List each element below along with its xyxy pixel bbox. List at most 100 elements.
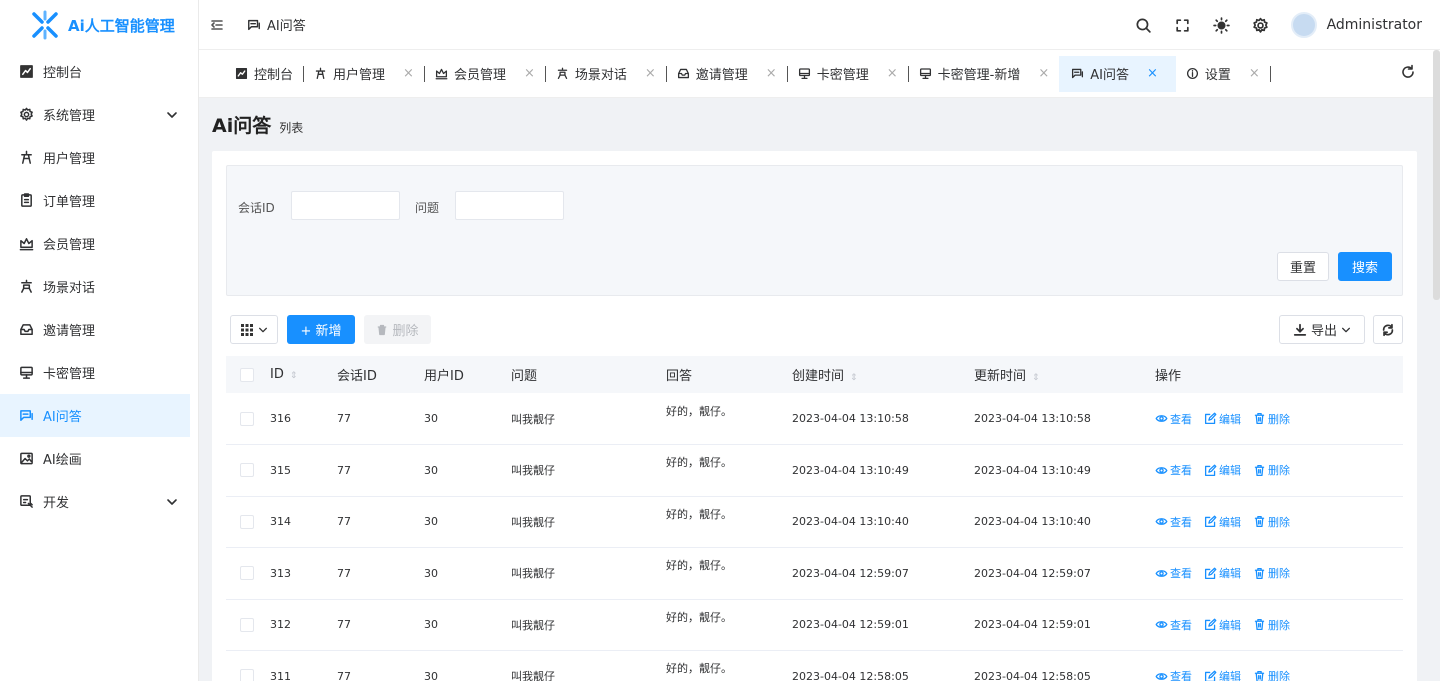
tab-label: 控制台 [254, 68, 294, 83]
sidebar-item-label: 控制台 [43, 66, 83, 81]
delete-button[interactable]: 删除 [1253, 462, 1290, 478]
edit-button[interactable]: 编辑 [1204, 617, 1241, 633]
row-checkbox[interactable] [240, 411, 254, 426]
delete-button[interactable]: 删除 [1253, 514, 1290, 530]
close-icon[interactable]: × [766, 66, 777, 81]
close-icon[interactable]: × [1147, 66, 1158, 81]
select-all-checkbox[interactable] [240, 367, 254, 382]
batch-delete-button[interactable]: 删除 [364, 315, 431, 344]
view-button[interactable]: 查看 [1155, 514, 1192, 530]
add-button[interactable]: + 新增 [287, 315, 355, 344]
sidebar-item-dev[interactable]: 开发 [0, 480, 190, 523]
theme-sun-icon[interactable] [1212, 16, 1230, 34]
view-button[interactable]: 查看 [1155, 668, 1192, 681]
sort-icon[interactable]: ⇕ [850, 373, 858, 383]
close-icon[interactable]: × [1038, 66, 1049, 81]
tab-settings[interactable]: 设置 × [1176, 56, 1270, 92]
monitor-icon [798, 68, 810, 80]
collapse-menu-icon[interactable] [209, 17, 225, 33]
chevron-down-icon [167, 111, 177, 118]
view-button[interactable]: 查看 [1155, 617, 1192, 633]
sidebar-item-orders[interactable]: 订单管理 [0, 179, 190, 222]
close-icon[interactable]: × [887, 66, 898, 81]
page-scrollbar[interactable] [1433, 50, 1440, 300]
sidebar-item-dashboard[interactable]: 控制台 [0, 50, 190, 93]
row-checkbox[interactable] [240, 617, 254, 632]
edit-button[interactable]: 编辑 [1204, 514, 1241, 530]
fullscreen-icon[interactable] [1174, 17, 1191, 34]
tab-cards-add[interactable]: 卡密管理-新增 × [909, 56, 1060, 92]
sidebar-item-users[interactable]: 用户管理 [0, 136, 190, 179]
content-card: 会话ID 问题 重置 搜索 + 新增 删除 导出 ID ⇕ 会话ID 用户ID … [212, 151, 1417, 681]
sort-icon[interactable]: ⇕ [1032, 373, 1040, 383]
delete-button[interactable]: 删除 [1253, 565, 1290, 581]
avatar[interactable] [1290, 12, 1317, 38]
tab-dashboard[interactable]: 控制台 [225, 56, 303, 92]
dev-icon [20, 495, 33, 508]
crown-icon [435, 68, 448, 80]
sidebar-item-label: 开发 [43, 496, 70, 511]
cell-question: 叫我靓仔 [511, 618, 555, 632]
cell-user: 30 [424, 669, 438, 681]
view-label: 查看 [1170, 412, 1192, 426]
sidebar-item-cards[interactable]: 卡密管理 [0, 351, 190, 394]
search-button[interactable]: 搜索 [1338, 252, 1392, 281]
delete-button[interactable]: 删除 [1253, 668, 1290, 681]
info-icon [1186, 67, 1198, 80]
sidebar-item-system[interactable]: 系统管理 [0, 93, 190, 136]
close-icon[interactable]: × [1249, 66, 1260, 81]
user-icon [315, 67, 326, 80]
reset-button[interactable]: 重置 [1277, 252, 1329, 281]
sidebar-item-scenes[interactable]: 场景对话 [0, 265, 190, 308]
column-settings-button[interactable] [230, 315, 278, 344]
gear-icon[interactable] [1252, 17, 1269, 34]
row-checkbox[interactable] [240, 463, 254, 478]
tab-scenes[interactable]: 场景对话 × [546, 56, 666, 92]
search-panel: 会话ID 问题 重置 搜索 [226, 165, 1403, 296]
select-all-cell[interactable] [226, 356, 270, 393]
sidebar-item-invite[interactable]: 邀请管理 [0, 308, 190, 351]
sidebar-item-ai-draw[interactable]: AI绘画 [0, 437, 190, 480]
table-refresh-button[interactable] [1373, 315, 1403, 344]
row-checkbox[interactable] [240, 669, 254, 681]
column-header-updated[interactable]: 更新时间 ⇕ [974, 356, 1155, 393]
tab-ai-qa[interactable]: AI问答 × [1059, 55, 1176, 92]
question-input[interactable] [455, 191, 564, 220]
delete-button[interactable]: 删除 [1253, 411, 1290, 427]
user-name[interactable]: Administrator [1327, 17, 1422, 33]
sidebar-item-ai-qa[interactable]: AI问答 [0, 394, 190, 437]
edit-button[interactable]: 编辑 [1204, 462, 1241, 478]
view-button[interactable]: 查看 [1155, 565, 1192, 581]
edit-button[interactable]: 编辑 [1204, 411, 1241, 427]
view-button[interactable]: 查看 [1155, 462, 1192, 478]
tab-members[interactable]: 会员管理 × [425, 56, 545, 92]
close-icon[interactable]: × [403, 66, 414, 81]
tab-invite[interactable]: 邀请管理 × [667, 56, 787, 92]
delete-button[interactable]: 删除 [1253, 617, 1290, 633]
close-icon[interactable]: × [524, 66, 535, 81]
tab-divider [1269, 65, 1271, 82]
close-icon[interactable]: × [645, 66, 656, 81]
logo[interactable]: Ai人工智能管理 [0, 0, 198, 50]
column-header-label: 更新时间 [974, 369, 1027, 384]
column-header-label: 创建时间 [792, 369, 845, 384]
refresh-icon[interactable] [1400, 64, 1416, 80]
sidebar-item-members[interactable]: 会员管理 [0, 222, 190, 265]
tab-users[interactable]: 用户管理 × [304, 56, 424, 92]
view-button[interactable]: 查看 [1155, 411, 1192, 427]
sidebar-item-label: 用户管理 [43, 152, 96, 167]
session-id-input[interactable] [291, 191, 400, 220]
column-header-id[interactable]: ID ⇕ [270, 356, 337, 393]
row-checkbox[interactable] [240, 514, 254, 529]
edit-button[interactable]: 编辑 [1204, 565, 1241, 581]
row-checkbox[interactable] [240, 566, 254, 581]
delete-label: 删除 [1268, 464, 1290, 478]
tab-cards[interactable]: 卡密管理 × [788, 56, 908, 92]
cell-updated: 2023-04-04 13:10:58 [974, 412, 1091, 425]
search-icon[interactable] [1135, 17, 1152, 34]
export-button[interactable]: 导出 [1279, 315, 1365, 344]
edit-button[interactable]: 编辑 [1204, 668, 1241, 681]
column-header-created[interactable]: 创建时间 ⇕ [792, 356, 974, 393]
delete-label: 删除 [1268, 515, 1290, 529]
sort-icon[interactable]: ⇕ [290, 371, 298, 381]
